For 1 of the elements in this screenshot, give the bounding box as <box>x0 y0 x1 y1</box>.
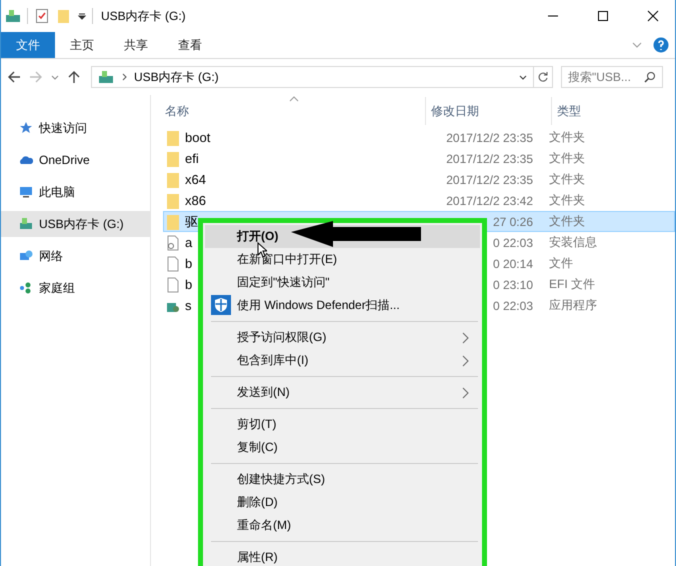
window-title: USB内存卡 (G:) <box>101 8 186 24</box>
